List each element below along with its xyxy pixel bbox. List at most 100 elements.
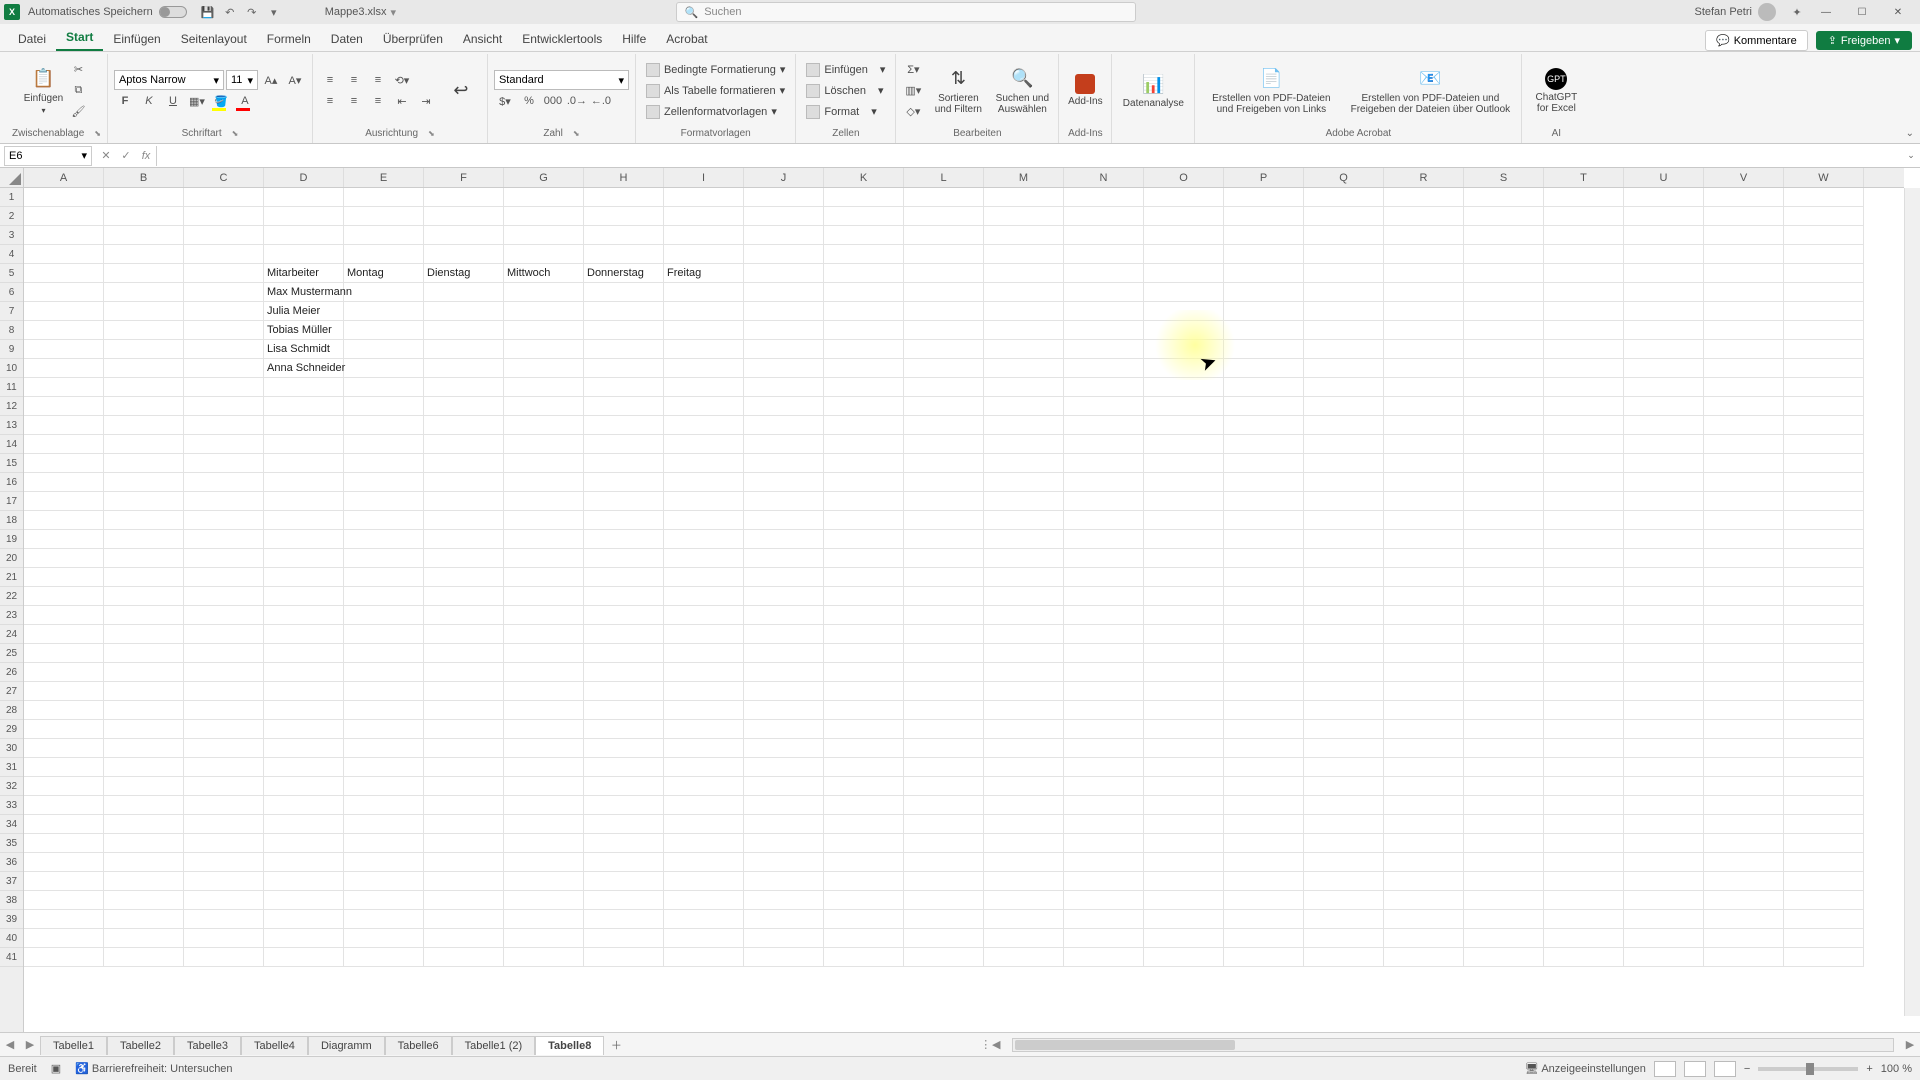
cell-F8[interactable]: [424, 321, 504, 340]
cell-F39[interactable]: [424, 910, 504, 929]
cell-P32[interactable]: [1224, 777, 1304, 796]
cell-Q36[interactable]: [1304, 853, 1384, 872]
cell-H16[interactable]: [584, 473, 664, 492]
cell-U26[interactable]: [1624, 663, 1704, 682]
paste-button[interactable]: 📋Einfügen▾: [23, 65, 63, 117]
col-header-A[interactable]: A: [24, 168, 104, 187]
cell-V9[interactable]: [1704, 340, 1784, 359]
cell-W22[interactable]: [1784, 587, 1864, 606]
cell-Q26[interactable]: [1304, 663, 1384, 682]
cell-G36[interactable]: [504, 853, 584, 872]
cell-Q15[interactable]: [1304, 454, 1384, 473]
cell-I8[interactable]: [664, 321, 744, 340]
cell-G37[interactable]: [504, 872, 584, 891]
cell-Q18[interactable]: [1304, 511, 1384, 530]
cell-N27[interactable]: [1064, 682, 1144, 701]
cell-T6[interactable]: [1544, 283, 1624, 302]
cell-H41[interactable]: [584, 948, 664, 967]
cell-U39[interactable]: [1624, 910, 1704, 929]
conditional-formatting-button[interactable]: Bedingte Formatierung▾: [642, 60, 789, 80]
cell-A12[interactable]: [24, 397, 104, 416]
cell-O7[interactable]: [1144, 302, 1224, 321]
cell-K2[interactable]: [824, 207, 904, 226]
cell-V26[interactable]: [1704, 663, 1784, 682]
cell-G27[interactable]: [504, 682, 584, 701]
cell-U41[interactable]: [1624, 948, 1704, 967]
cell-S7[interactable]: [1464, 302, 1544, 321]
cell-S34[interactable]: [1464, 815, 1544, 834]
row-headers[interactable]: 1234567891011121314151617181920212223242…: [0, 188, 24, 1032]
cell-Q4[interactable]: [1304, 245, 1384, 264]
cell-H6[interactable]: [584, 283, 664, 302]
cell-V37[interactable]: [1704, 872, 1784, 891]
cell-N40[interactable]: [1064, 929, 1144, 948]
cell-N23[interactable]: [1064, 606, 1144, 625]
cell-W23[interactable]: [1784, 606, 1864, 625]
cell-R34[interactable]: [1384, 815, 1464, 834]
cell-J40[interactable]: [744, 929, 824, 948]
cell-M6[interactable]: [984, 283, 1064, 302]
cell-C9[interactable]: [184, 340, 264, 359]
cell-C11[interactable]: [184, 378, 264, 397]
comma-icon[interactable]: 000: [542, 91, 564, 111]
sheet-tab-tabelle3[interactable]: Tabelle3: [174, 1036, 241, 1055]
decrease-decimal-icon[interactable]: ←.0: [590, 91, 612, 111]
cell-D35[interactable]: [264, 834, 344, 853]
cell-B37[interactable]: [104, 872, 184, 891]
cell-R2[interactable]: [1384, 207, 1464, 226]
cell-L25[interactable]: [904, 644, 984, 663]
cell-S28[interactable]: [1464, 701, 1544, 720]
cell-S4[interactable]: [1464, 245, 1544, 264]
cell-A8[interactable]: [24, 321, 104, 340]
cell-D14[interactable]: [264, 435, 344, 454]
cell-N32[interactable]: [1064, 777, 1144, 796]
cell-B34[interactable]: [104, 815, 184, 834]
cell-F17[interactable]: [424, 492, 504, 511]
cell-I5[interactable]: Freitag: [664, 264, 744, 283]
scrollbar-thumb[interactable]: [1015, 1040, 1235, 1050]
cell-P37[interactable]: [1224, 872, 1304, 891]
cell-A24[interactable]: [24, 625, 104, 644]
normal-view-icon[interactable]: [1654, 1061, 1676, 1077]
cell-D9[interactable]: Lisa Schmidt: [264, 340, 344, 359]
cell-F2[interactable]: [424, 207, 504, 226]
cell-K12[interactable]: [824, 397, 904, 416]
cell-W12[interactable]: [1784, 397, 1864, 416]
cell-O22[interactable]: [1144, 587, 1224, 606]
cell-R26[interactable]: [1384, 663, 1464, 682]
row-header-25[interactable]: 25: [0, 644, 23, 663]
cell-T29[interactable]: [1544, 720, 1624, 739]
cell-L8[interactable]: [904, 321, 984, 340]
cell-T41[interactable]: [1544, 948, 1624, 967]
cell-R1[interactable]: [1384, 188, 1464, 207]
cell-J14[interactable]: [744, 435, 824, 454]
zoom-slider[interactable]: [1758, 1067, 1858, 1071]
cell-B26[interactable]: [104, 663, 184, 682]
col-header-C[interactable]: C: [184, 168, 264, 187]
cell-B23[interactable]: [104, 606, 184, 625]
align-bottom-icon[interactable]: ≡: [367, 70, 389, 90]
cell-L40[interactable]: [904, 929, 984, 948]
cell-P36[interactable]: [1224, 853, 1304, 872]
cell-R7[interactable]: [1384, 302, 1464, 321]
cell-J15[interactable]: [744, 454, 824, 473]
cell-I10[interactable]: [664, 359, 744, 378]
cell-O30[interactable]: [1144, 739, 1224, 758]
cell-O15[interactable]: [1144, 454, 1224, 473]
cell-V31[interactable]: [1704, 758, 1784, 777]
cell-T30[interactable]: [1544, 739, 1624, 758]
col-header-N[interactable]: N: [1064, 168, 1144, 187]
cell-S11[interactable]: [1464, 378, 1544, 397]
col-header-L[interactable]: L: [904, 168, 984, 187]
cell-Q22[interactable]: [1304, 587, 1384, 606]
cell-K30[interactable]: [824, 739, 904, 758]
cell-N38[interactable]: [1064, 891, 1144, 910]
wrap-merge-button[interactable]: ↩: [441, 77, 481, 105]
cell-C1[interactable]: [184, 188, 264, 207]
cell-F24[interactable]: [424, 625, 504, 644]
sheet-nav-prev-icon[interactable]: ◀: [0, 1038, 20, 1051]
cell-P27[interactable]: [1224, 682, 1304, 701]
col-header-U[interactable]: U: [1624, 168, 1704, 187]
cell-N34[interactable]: [1064, 815, 1144, 834]
cell-D4[interactable]: [264, 245, 344, 264]
